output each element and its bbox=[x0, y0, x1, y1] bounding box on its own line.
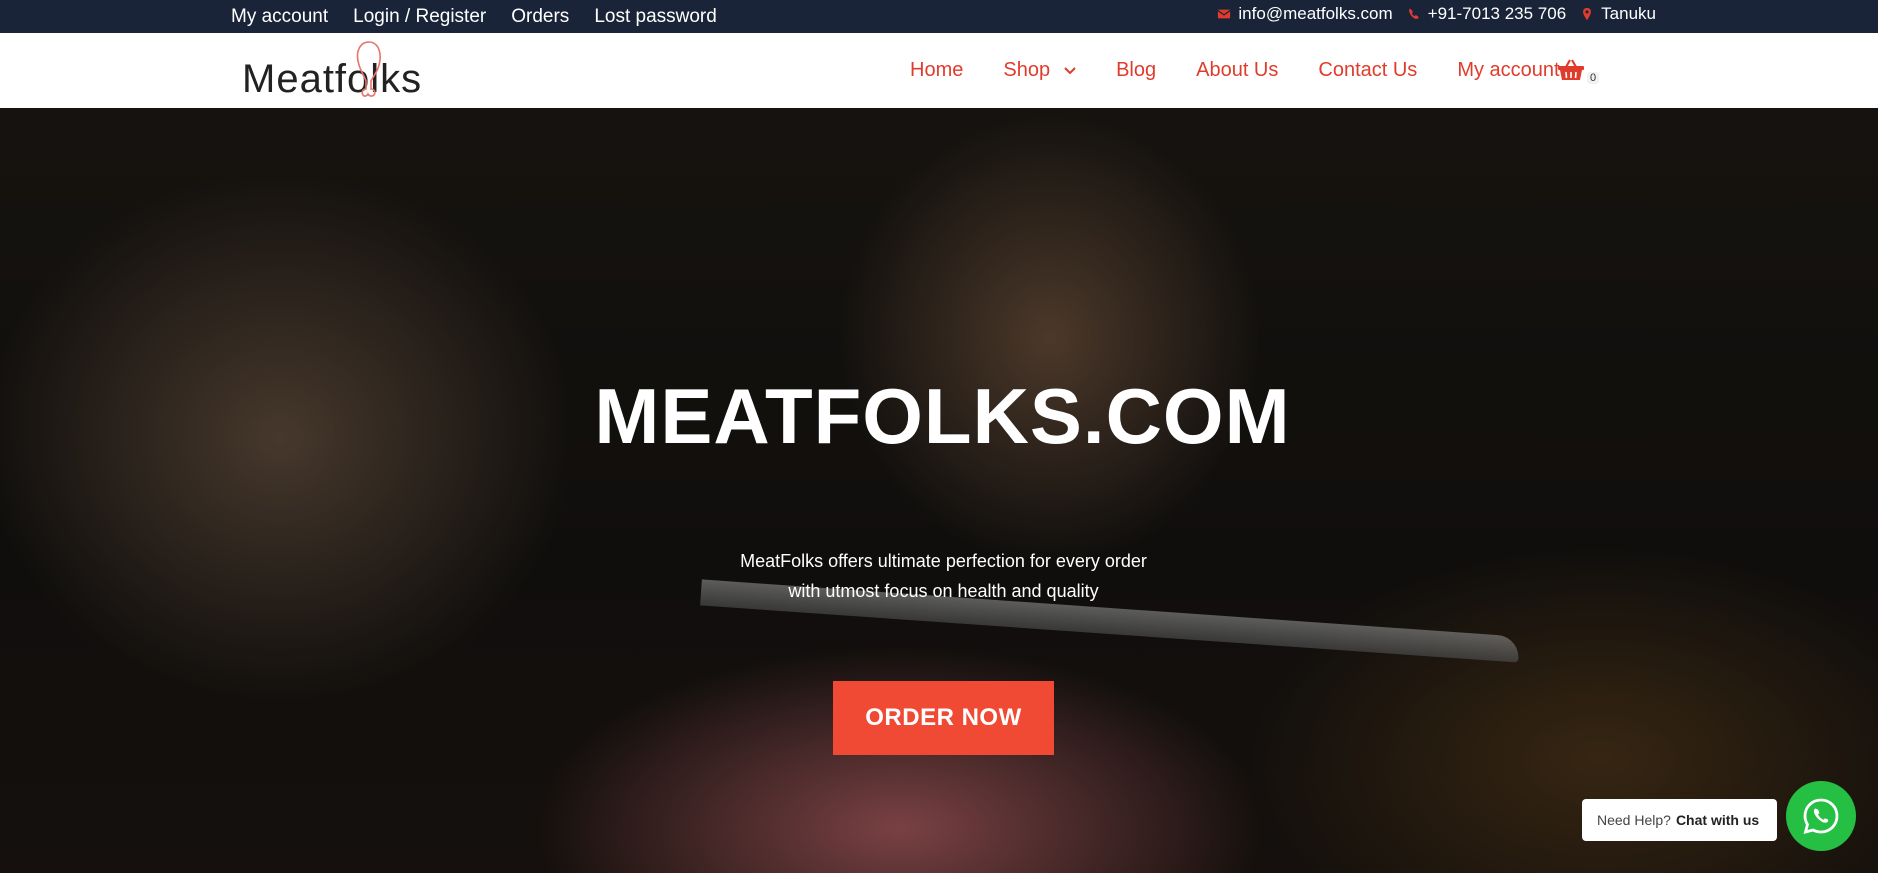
nav-shop[interactable]: Shop bbox=[1003, 59, 1076, 82]
location-text: Tanuku bbox=[1601, 4, 1656, 23]
nav-about-us[interactable]: About Us bbox=[1196, 59, 1278, 82]
nav-blog-label: Blog bbox=[1116, 59, 1157, 81]
nav-shop-label: Shop bbox=[1003, 59, 1051, 81]
nav-blog[interactable]: Blog bbox=[1116, 59, 1156, 82]
hero-banner: MEATFOLKS.COM MeatFolks offers ultimate … bbox=[0, 108, 1878, 873]
nav-contact-label: Contact Us bbox=[1318, 59, 1418, 81]
main-nav: Home Shop Blog About Us Contact Us My ac… bbox=[910, 33, 1600, 108]
nav-about-label: About Us bbox=[1196, 59, 1279, 81]
top-bar: My account Login / Register Orders Lost … bbox=[0, 0, 1878, 33]
site-logo[interactable]: Meatfolks bbox=[242, 33, 442, 108]
order-now-button[interactable]: ORDER NOW bbox=[833, 681, 1054, 755]
chat-help-bubble[interactable]: Need Help? Chat with us bbox=[1582, 799, 1778, 841]
login-register-link[interactable]: Login / Register bbox=[353, 6, 486, 28]
phone-text: +91-7013 235 706 bbox=[1427, 4, 1567, 23]
whatsapp-chat-button[interactable] bbox=[1786, 781, 1856, 851]
nav-my-account[interactable]: My account bbox=[1457, 59, 1559, 82]
cart-button[interactable]: 0 bbox=[1557, 59, 1600, 84]
nav-account-label: My account bbox=[1457, 59, 1560, 81]
whatsapp-icon bbox=[1803, 798, 1839, 834]
hero-subtitle: MeatFolks offers ultimate perfection for… bbox=[0, 546, 1878, 606]
chevron-down-icon bbox=[1064, 66, 1076, 74]
hero-title: MEATFOLKS.COM bbox=[594, 372, 1291, 460]
contact-info: info@meatfolks.com +91-7013 235 706 Tanu… bbox=[1203, 0, 1656, 28]
my-account-link[interactable]: My account bbox=[231, 6, 328, 28]
chat-with-us-text: Chat with us bbox=[1675, 812, 1760, 828]
phone-icon bbox=[1408, 8, 1419, 19]
hero-overlay bbox=[0, 108, 1878, 873]
map-pin-icon bbox=[1583, 7, 1592, 21]
logo-wordmark: Meatfolks bbox=[242, 57, 423, 101]
hero-subtitle-line-2: with utmost focus on health and quality bbox=[788, 581, 1099, 601]
nav-contact-us[interactable]: Contact Us bbox=[1318, 59, 1417, 82]
phone-contact[interactable]: +91-7013 235 706 bbox=[1407, 4, 1567, 24]
drumstick-icon bbox=[356, 41, 381, 97]
envelope-icon bbox=[1217, 9, 1231, 19]
nav-home-label: Home bbox=[910, 59, 964, 81]
need-help-text: Need Help? bbox=[1597, 812, 1671, 828]
email-text: info@meatfolks.com bbox=[1238, 4, 1393, 23]
location-contact: Tanuku bbox=[1580, 4, 1656, 24]
orders-link[interactable]: Orders bbox=[511, 6, 569, 28]
basket-icon bbox=[1558, 59, 1584, 80]
nav-home[interactable]: Home bbox=[910, 59, 963, 82]
cart-count-badge: 0 bbox=[1587, 72, 1600, 84]
site-header: Meatfolks Home Shop Blog About Us Contac… bbox=[0, 33, 1878, 108]
lost-password-link[interactable]: Lost password bbox=[594, 6, 717, 28]
account-links: My account Login / Register Orders Lost … bbox=[231, 0, 742, 33]
email-contact[interactable]: info@meatfolks.com bbox=[1217, 4, 1393, 24]
hero-subtitle-line-1: MeatFolks offers ultimate perfection for… bbox=[740, 551, 1147, 571]
